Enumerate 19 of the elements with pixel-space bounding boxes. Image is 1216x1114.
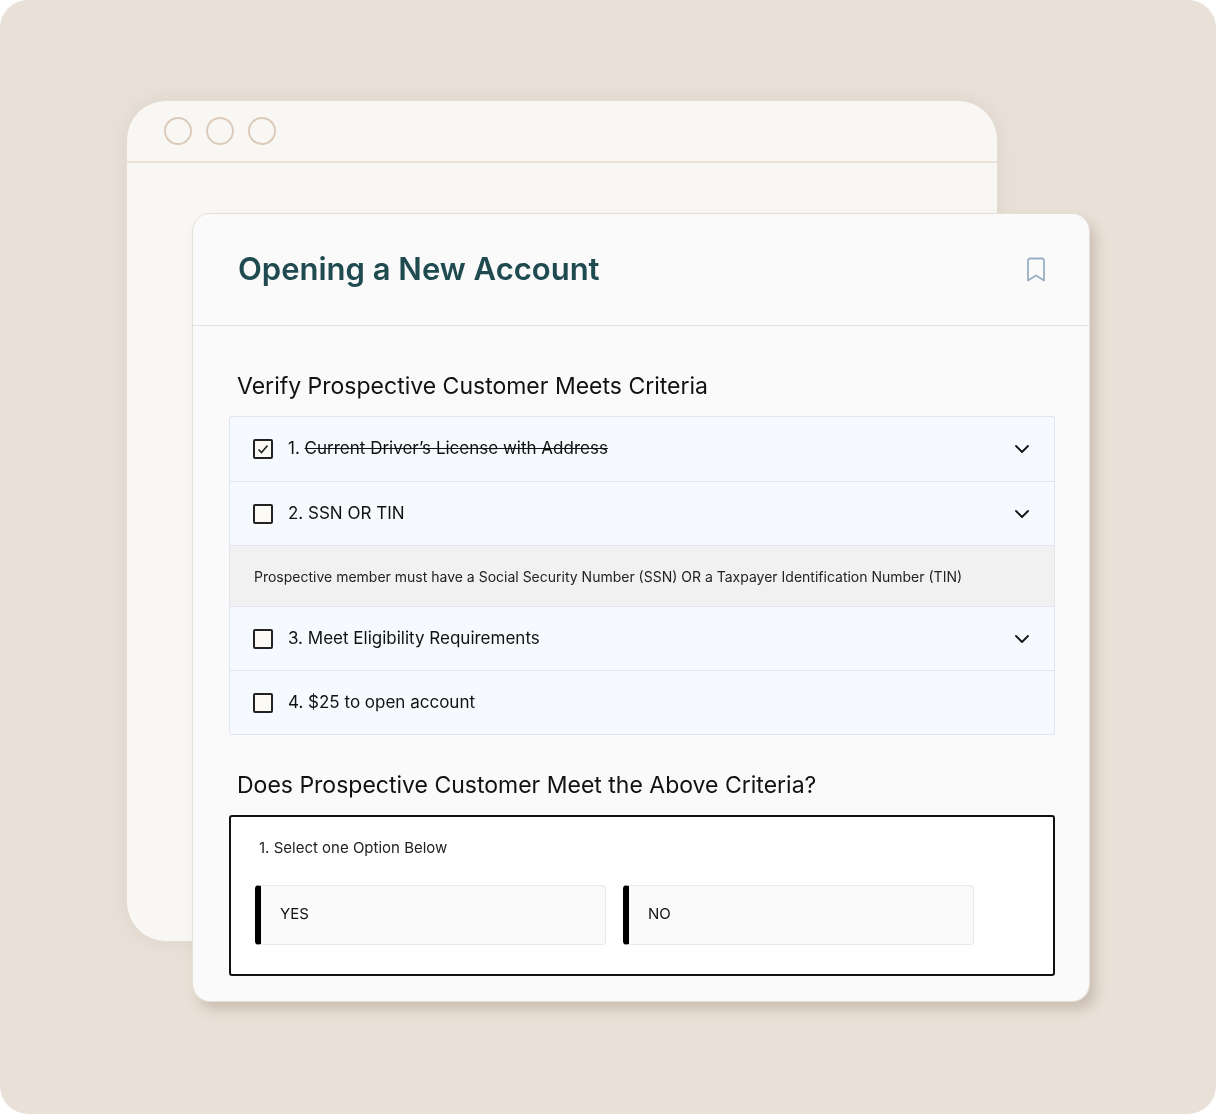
section-heading: Verify Prospective Customer Meets Criteria: [237, 371, 709, 402]
item-label: 4. $25 to open account: [288, 690, 475, 714]
checkbox[interactable]: [253, 628, 273, 649]
check-icon: [256, 442, 270, 456]
checkbox[interactable]: [253, 692, 273, 713]
item-details: Prospective member must have a Social Security Number (SSN) OR a Taxpayer Identification Number (TIN): [230, 545, 1054, 606]
checkbox[interactable]: [253, 439, 273, 459]
checklist-item[interactable]: 3. Meet Eligibility Requirements: [230, 606, 1054, 670]
checklist-item[interactable]: 4. $25 to open account: [230, 670, 1054, 734]
card-title: Opening a New Account: [238, 249, 600, 290]
question-prompt: 1. Select one Option Below: [259, 837, 449, 859]
checklist-item[interactable]: 1. Current Driver’s License with Address: [230, 417, 1054, 481]
option-button[interactable]: YES: [255, 884, 606, 945]
option-button[interactable]: NO: [623, 884, 974, 945]
checkbox[interactable]: [253, 503, 273, 524]
item-label: 1. Current Driver’s License with Address: [288, 437, 608, 461]
question-heading: Does Prospective Customer Meet the Above Criteria?: [237, 770, 818, 801]
item-label: 3. Meet Eligibility Requirements: [288, 626, 540, 650]
item-label: 2. SSN OR TIN: [288, 501, 405, 525]
